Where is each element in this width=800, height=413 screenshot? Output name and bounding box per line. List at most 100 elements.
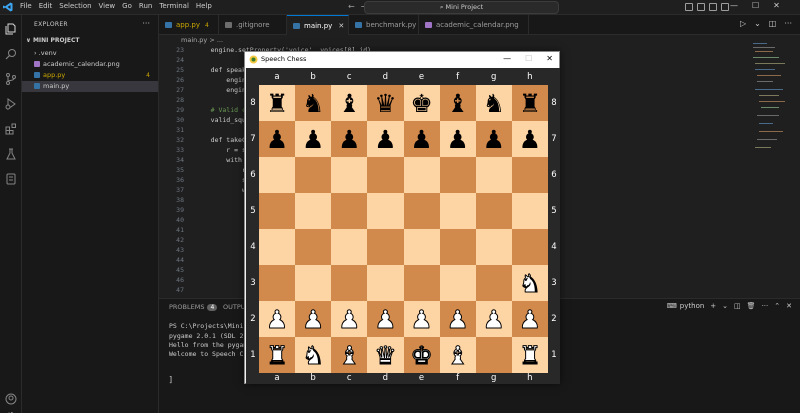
terminal-shell-selector[interactable]: ⌨ python <box>667 302 705 310</box>
square-d5[interactable] <box>367 193 404 229</box>
square-d8[interactable]: ♛ <box>367 85 404 121</box>
square-b1[interactable]: ♞ <box>295 337 332 373</box>
remote-explorer-icon[interactable] <box>5 173 17 185</box>
square-c1[interactable]: ♝ <box>331 337 368 373</box>
kill-terminal-icon[interactable]: 🗑 <box>747 302 756 310</box>
square-e3[interactable] <box>403 265 440 301</box>
accounts-icon[interactable] <box>5 393 17 405</box>
white-pawn-icon[interactable]: ♟ <box>374 306 397 332</box>
square-g7[interactable]: ♟ <box>475 121 512 157</box>
square-g4[interactable] <box>475 229 512 265</box>
explorer-more-actions-icon[interactable]: ··· <box>142 19 150 28</box>
square-f8[interactable]: ♝ <box>439 85 476 121</box>
terminal-dropdown-icon[interactable]: ⌄ <box>722 302 728 310</box>
square-f1[interactable]: ♝ <box>439 337 476 373</box>
square-d4[interactable] <box>367 229 404 265</box>
menu-file[interactable]: File <box>20 2 32 10</box>
white-queen-icon[interactable]: ♛ <box>374 342 397 368</box>
explorer-icon[interactable] <box>5 23 17 35</box>
maximize-button[interactable]: ☐ <box>752 1 759 10</box>
menu-run[interactable]: Run <box>139 2 152 10</box>
white-pawn-icon[interactable]: ♟ <box>265 306 288 332</box>
minimap[interactable] <box>749 35 800 298</box>
white-pawn-icon[interactable]: ♟ <box>446 306 469 332</box>
source-control-icon[interactable] <box>5 73 17 85</box>
square-e8[interactable]: ♚ <box>403 85 440 121</box>
close-button[interactable]: ✕ <box>773 1 780 10</box>
menu-terminal[interactable]: Terminal <box>159 2 189 10</box>
square-e4[interactable] <box>403 229 440 265</box>
square-a7[interactable]: ♟ <box>259 121 296 157</box>
square-h8[interactable]: ♜ <box>511 85 548 121</box>
square-e7[interactable]: ♟ <box>403 121 440 157</box>
menu-selection[interactable]: Selection <box>59 2 91 10</box>
square-g5[interactable] <box>475 193 512 229</box>
black-pawn-icon[interactable]: ♟ <box>374 127 396 152</box>
white-pawn-icon[interactable]: ♟ <box>518 306 541 332</box>
square-b3[interactable] <box>295 265 332 301</box>
maximize-panel-icon[interactable]: ⌃ <box>774 302 780 310</box>
toggle-panel-icon[interactable] <box>697 3 705 11</box>
tab-main-py[interactable]: main.py ✕ <box>287 15 349 35</box>
square-f2[interactable]: ♟ <box>439 301 476 337</box>
toggle-secondary-sidebar-icon[interactable] <box>709 3 717 11</box>
tree-item-app-py[interactable]: app.py 4 <box>22 70 158 81</box>
tab-app-py[interactable]: app.py 4 <box>159 15 219 35</box>
black-pawn-icon[interactable]: ♟ <box>338 127 360 152</box>
tree-item-academic-calendar[interactable]: academic_calendar.png <box>22 59 158 70</box>
square-c2[interactable]: ♟ <box>331 301 368 337</box>
run-dropdown-icon[interactable]: ⌄ <box>754 19 761 28</box>
square-b7[interactable]: ♟ <box>295 121 332 157</box>
black-pawn-icon[interactable]: ♟ <box>266 127 288 152</box>
white-pawn-icon[interactable]: ♟ <box>338 306 361 332</box>
run-debug-icon[interactable] <box>5 98 17 110</box>
toggle-sidebar-icon[interactable] <box>685 3 693 11</box>
new-terminal-icon[interactable]: + <box>710 302 716 310</box>
square-a2[interactable]: ♟ <box>259 301 296 337</box>
chess-close-button[interactable]: ✕ <box>546 54 553 63</box>
square-h7[interactable]: ♟ <box>511 121 548 157</box>
black-king-icon[interactable]: ♚ <box>410 91 432 116</box>
square-a4[interactable] <box>259 229 296 265</box>
square-b2[interactable]: ♟ <box>295 301 332 337</box>
tab-benchmark-py[interactable]: benchmark.py <box>349 15 419 35</box>
black-queen-icon[interactable]: ♛ <box>374 91 396 116</box>
square-e2[interactable]: ♟ <box>403 301 440 337</box>
square-d6[interactable] <box>367 157 404 193</box>
black-pawn-icon[interactable]: ♟ <box>519 127 541 152</box>
panel-more-icon[interactable]: ··· <box>762 302 769 310</box>
command-center-search[interactable]: ⌕ Mini Project <box>364 1 559 14</box>
square-c7[interactable]: ♟ <box>331 121 368 157</box>
black-pawn-icon[interactable]: ♟ <box>302 127 324 152</box>
testing-icon[interactable] <box>5 148 17 160</box>
white-pawn-icon[interactable]: ♟ <box>301 306 324 332</box>
black-bishop-icon[interactable]: ♝ <box>446 91 468 116</box>
white-bishop-icon[interactable]: ♝ <box>338 342 361 368</box>
square-c4[interactable] <box>331 229 368 265</box>
square-a6[interactable] <box>259 157 296 193</box>
square-e5[interactable] <box>403 193 440 229</box>
square-b8[interactable]: ♞ <box>295 85 332 121</box>
white-bishop-icon[interactable]: ♝ <box>446 342 469 368</box>
tab-academic-calendar[interactable]: academic_calendar.png <box>419 15 529 35</box>
white-pawn-icon[interactable]: ♟ <box>410 306 433 332</box>
run-python-file-icon[interactable]: ▷ <box>740 19 746 28</box>
square-g8[interactable]: ♞ <box>475 85 512 121</box>
white-knight-icon[interactable]: ♞ <box>301 342 324 368</box>
black-bishop-icon[interactable]: ♝ <box>338 91 360 116</box>
square-f4[interactable] <box>439 229 476 265</box>
square-d2[interactable]: ♟ <box>367 301 404 337</box>
black-pawn-icon[interactable]: ♟ <box>483 127 505 152</box>
minimize-button[interactable]: — <box>730 1 738 10</box>
tab-close-icon[interactable]: ✕ <box>338 22 344 30</box>
square-g3[interactable] <box>475 265 512 301</box>
square-h3[interactable]: ♞ <box>511 265 548 301</box>
square-g2[interactable]: ♟ <box>475 301 512 337</box>
close-panel-icon[interactable]: ✕ <box>786 302 792 310</box>
square-f5[interactable] <box>439 193 476 229</box>
square-h5[interactable] <box>511 193 548 229</box>
more-actions-icon[interactable]: ··· <box>784 19 792 28</box>
white-knight-icon[interactable]: ♞ <box>518 270 541 296</box>
split-terminal-icon[interactable]: ◫ <box>734 302 741 310</box>
menu-go[interactable]: Go <box>122 2 132 10</box>
